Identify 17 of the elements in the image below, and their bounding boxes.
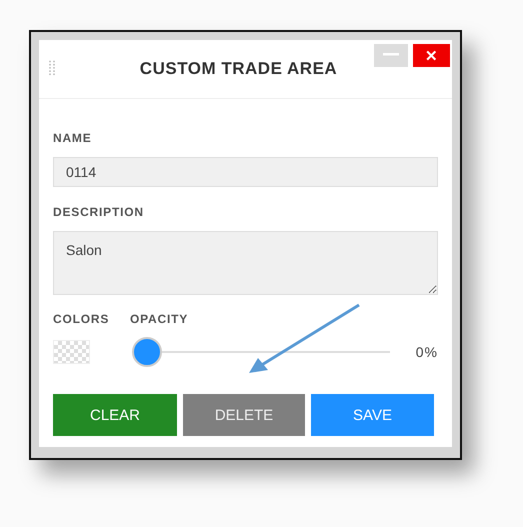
opacity-value: 0% [416,344,438,360]
minimize-icon [383,53,399,56]
name-field[interactable]: 0114 [53,157,438,187]
opacity-label: OPACITY [130,312,188,326]
drag-handle-icon[interactable] [49,60,55,76]
clear-button[interactable]: CLEAR [53,394,177,436]
field-label: DESCRIPTION [53,205,145,219]
delete-button[interactable]: DELETE [183,394,305,436]
minimize-button[interactable] [374,44,408,67]
colors-label: COLORS [53,312,110,326]
slider-thumb[interactable] [132,337,162,367]
description-field[interactable]: Salon [53,231,438,295]
save-button[interactable]: SAVE [311,394,434,436]
close-button[interactable]: ✕ [413,44,450,67]
color-swatch[interactable] [53,340,90,364]
field-label: NAME [53,131,93,145]
dialog-title: CUSTOM TRADE AREA [140,59,338,79]
